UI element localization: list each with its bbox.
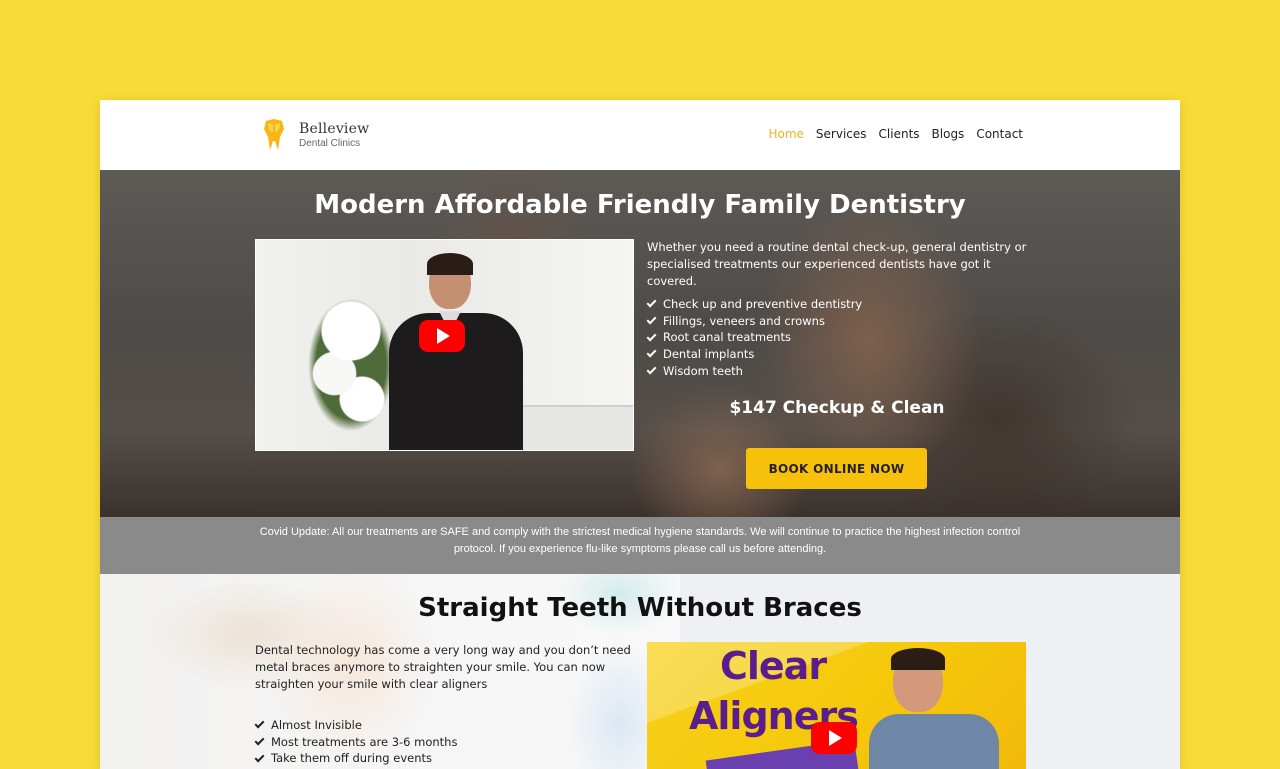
list-item: Take them off during events bbox=[254, 750, 457, 767]
check-icon bbox=[646, 331, 657, 342]
logo[interactable]: Belleview Dental Clinics bbox=[263, 119, 369, 151]
nav-services[interactable]: Services bbox=[816, 127, 867, 141]
check-icon bbox=[254, 735, 265, 746]
list-item: Most treatments are 3-6 months bbox=[254, 734, 457, 751]
check-icon bbox=[646, 297, 657, 308]
list-item: Root canal treatments bbox=[646, 329, 862, 346]
nav-contact[interactable]: Contact bbox=[976, 127, 1023, 141]
book-online-button[interactable]: BOOK ONLINE NOW bbox=[746, 448, 927, 489]
intro-video[interactable] bbox=[255, 239, 634, 451]
brand-name: Belleview bbox=[299, 120, 370, 137]
main-nav: Home Services Clients Blogs Contact bbox=[768, 127, 1023, 141]
list-item: Almost Invisible bbox=[254, 717, 457, 734]
aligners-video[interactable]: Clear Aligners bbox=[647, 642, 1026, 769]
price-offer: $147 Checkup & Clean bbox=[729, 398, 945, 418]
aligner-feature-list: Almost Invisible Most treatments are 3-6… bbox=[254, 717, 457, 767]
video-presenter bbox=[381, 253, 531, 450]
nav-clients[interactable]: Clients bbox=[879, 127, 920, 141]
hero-feature-list: Check up and preventive dentistry Fillin… bbox=[646, 296, 862, 380]
hero-description: Whether you need a routine dental check-… bbox=[647, 240, 1027, 288]
list-item: Dental implants bbox=[646, 346, 862, 363]
check-icon bbox=[646, 364, 657, 375]
check-icon bbox=[646, 347, 657, 358]
nav-home[interactable]: Home bbox=[768, 127, 803, 141]
tooth-logo-icon bbox=[264, 119, 284, 150]
list-item: Wisdom teeth bbox=[646, 363, 862, 380]
nav-blogs[interactable]: Blogs bbox=[932, 127, 965, 141]
logo-text: Belleview Dental Clinics bbox=[299, 121, 369, 150]
youtube-play-icon[interactable] bbox=[811, 722, 857, 754]
video-title-line1: Clear bbox=[720, 644, 827, 688]
section-description: Dental technology has come a very long w… bbox=[255, 643, 631, 691]
list-item: Fillings, veneers and crowns bbox=[646, 313, 862, 330]
youtube-play-icon[interactable] bbox=[419, 320, 465, 352]
brand-subtitle: Dental Clinics bbox=[299, 137, 361, 149]
check-icon bbox=[646, 314, 657, 325]
browser-page: Belleview Dental Clinics Home Services C… bbox=[100, 100, 1180, 769]
section-title: Straight Teeth Without Braces bbox=[418, 593, 862, 623]
covid-update-banner: Covid Update: All our treatments are SAF… bbox=[100, 517, 1180, 574]
site-header: Belleview Dental Clinics Home Services C… bbox=[100, 100, 1180, 170]
hero-title: Modern Affordable Friendly Family Dentis… bbox=[314, 190, 966, 220]
check-icon bbox=[254, 718, 265, 729]
check-icon bbox=[254, 752, 265, 763]
video-presenter bbox=[869, 648, 1003, 769]
hero-section: Modern Affordable Friendly Family Dentis… bbox=[100, 170, 1180, 517]
list-item: Check up and preventive dentistry bbox=[646, 296, 862, 313]
aligners-section: Straight Teeth Without Braces Dental tec… bbox=[100, 574, 1180, 769]
